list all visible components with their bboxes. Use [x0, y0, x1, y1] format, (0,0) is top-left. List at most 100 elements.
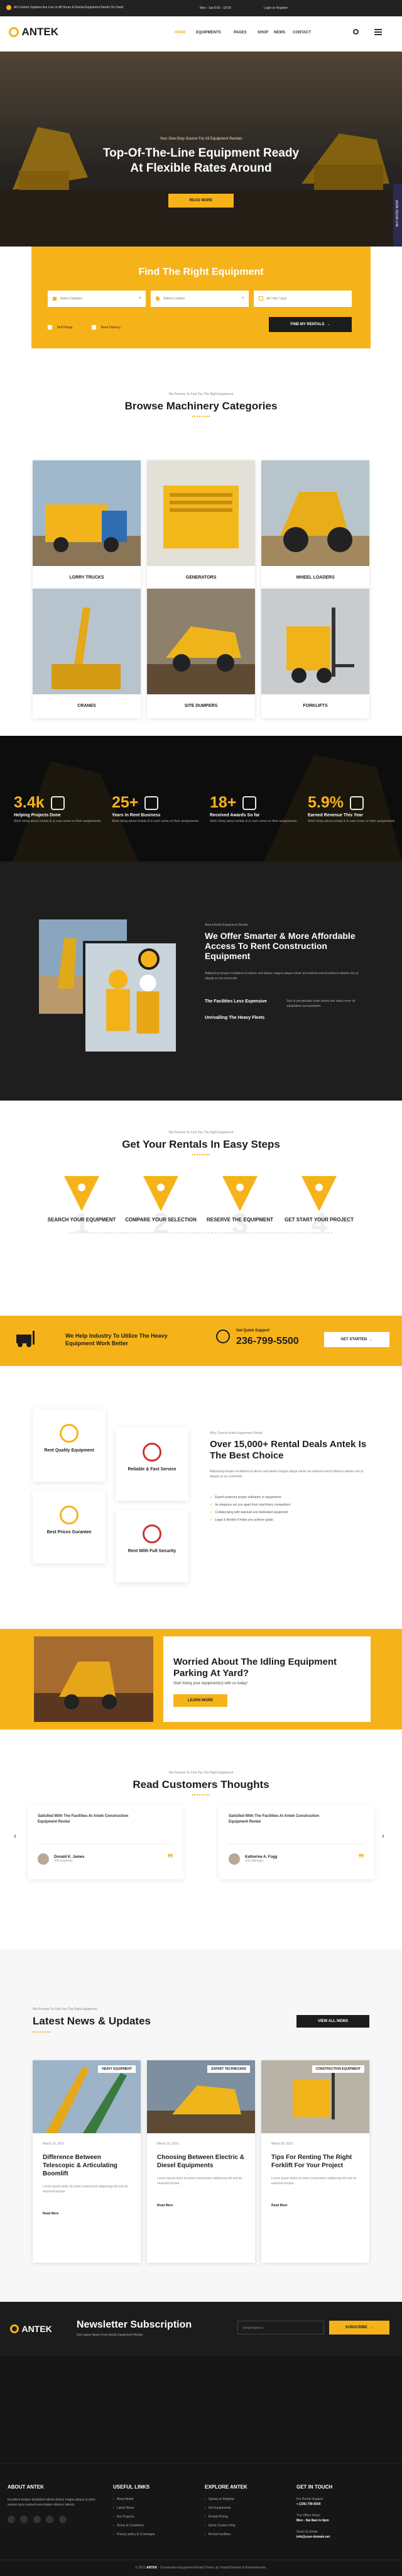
stat-item: 25+ Years In Rent Business Work hiring abo…	[112, 794, 200, 824]
find-rentals-button[interactable]: FIND MY RENTALS →	[269, 317, 352, 332]
location-select[interactable]: Select Location ▾	[151, 291, 249, 307]
footer-link[interactable]: › About Antek	[113, 2497, 188, 2501]
why-kicker: Why Choose Antek Equipment Rental	[210, 1431, 263, 1435]
author-block: Donald K. James Site Engineer	[54, 1855, 84, 1863]
testimonial-next-arrow[interactable]: ›	[382, 1831, 384, 1840]
date-input[interactable]: dd / mm / yyyy	[254, 291, 352, 307]
get-started-button[interactable]: GET STARTED →	[324, 1332, 389, 1347]
category-image	[261, 460, 369, 566]
nav-item[interactable]: HOME	[175, 31, 186, 35]
news-tag[interactable]: EXPERT TECHNICIANS	[207, 2065, 250, 2073]
read-more-label: Read More	[157, 2204, 173, 2207]
news-title[interactable]: Difference Between Telescopic & Articula…	[43, 2153, 131, 2178]
read-more-label: Read More	[271, 2204, 288, 2207]
top-hours: Mon - Sat 8:00 - 18:30	[200, 6, 231, 10]
nav-item[interactable]: CONTACT	[293, 31, 311, 35]
step-item: 2 COMPARE YOUR SELECTION	[123, 1176, 198, 1238]
footer-useful-title: USEFUL LINKS	[113, 2484, 150, 2490]
stat-title: Earned Revenue This Year	[308, 813, 363, 818]
category-card[interactable]: CRANES	[33, 589, 141, 718]
feature-card: Rent Quality Equipment	[33, 1409, 106, 1482]
news-tag[interactable]: CONSTRUCTION EQUIPMENT	[312, 2065, 364, 2073]
check-icon: ✓	[210, 1503, 213, 1507]
instagram-icon[interactable]	[46, 2516, 54, 2523]
read-more-link[interactable]: Read More →	[157, 2204, 245, 2207]
footer-explore-title: EXPLORE ANTEK	[205, 2484, 247, 2490]
hero-read-more-button[interactable]: READ MORE	[168, 194, 234, 208]
footer-link[interactable]: › Signup or Register	[205, 2497, 280, 2501]
read-more-link[interactable]: Read More →	[271, 2204, 359, 2207]
contact-label: For Rental Support	[296, 2497, 323, 2501]
location-select-value: Select Location	[163, 297, 185, 301]
step-number: 2	[153, 1207, 169, 1240]
about-title: We Offer Smarter & More Affordable Acces…	[205, 931, 356, 961]
step-icon	[222, 1176, 258, 1211]
category-card[interactable]: FORKLIFTS	[261, 589, 369, 718]
stat-item: 3.4k Helping Projects Done Work hiring abo…	[14, 794, 102, 824]
facebook-icon[interactable]	[8, 2516, 15, 2523]
avatar	[229, 1853, 240, 1865]
logo[interactable]: ANTEK	[9, 26, 58, 38]
contact-value[interactable]: + (236) 799-5500	[296, 2502, 391, 2506]
copyright-brand[interactable]: ANTEK	[146, 2566, 157, 2570]
why-list-text: Legal & flexible it helps you achieve go…	[215, 1518, 273, 1522]
footer-link[interactable]: › Rental Facilities	[205, 2533, 280, 2536]
cta-phone[interactable]: 236-799-5500	[236, 1336, 299, 1347]
why-body: Adipiscing tempor incididunt ut labore s…	[210, 1470, 364, 1479]
news-kicker: We Promise To Find You The Right Equipme…	[33, 2007, 97, 2011]
read-more-link[interactable]: Read More →	[43, 2212, 131, 2216]
why-list-item: ✓ Its elegance set you apart from machine…	[210, 1503, 373, 1507]
check-need-delivery[interactable]: Need Delivery	[92, 322, 121, 333]
news-title[interactable]: Tips For Renting The Right Forklift For …	[271, 2153, 359, 2170]
footer-link[interactable]: › Rental Pricing	[205, 2515, 280, 2519]
footer-link[interactable]: › Latest News	[113, 2506, 188, 2510]
category-card[interactable]: WHEEL LOADERS	[261, 460, 369, 590]
check-self-pickup[interactable]: Self Pickup	[48, 322, 72, 333]
news-card[interactable]: HEAVY EQUIPMENT March 18, 2021 Difference …	[33, 2060, 141, 2263]
self-pickup-label: Self Pickup	[57, 325, 73, 330]
nav-item[interactable]: NEWS	[274, 31, 285, 35]
grid-icon	[53, 297, 57, 301]
category-card[interactable]: LORRY TRUCKS	[33, 460, 141, 590]
news-title[interactable]: Choosing Between Electric & Diesel Equip…	[157, 2153, 245, 2170]
twitter-icon[interactable]	[20, 2516, 28, 2523]
youtube-icon[interactable]	[58, 2516, 67, 2523]
stat-icon	[242, 796, 257, 810]
category-card[interactable]: SITE DUMPERS	[147, 589, 255, 718]
news-card[interactable]: EXPERT TECHNICIANS March 18, 2021 Choosing…	[147, 2060, 255, 2263]
bullet-icon: ›	[113, 2506, 114, 2510]
contact-value[interactable]: Mon - Sat 8am to 6pm	[296, 2519, 391, 2523]
footer-link[interactable]: › Privacy policy & Coverages	[113, 2533, 188, 2536]
footer-link[interactable]: › Get Equipments	[205, 2506, 280, 2510]
linkedin-icon[interactable]	[33, 2516, 41, 2523]
why-checklist: ✓ Expert powered proper utilization in eq…	[210, 1496, 373, 1526]
news-excerpt: Lorem ipsum dolor sit amet consectetur a…	[43, 2185, 128, 2194]
nav-item[interactable]: SHOP	[258, 31, 268, 35]
categories-title-wrap: Browse Machinery Categories	[0, 400, 402, 418]
newsletter-email-field[interactable]: Email Address	[237, 2321, 324, 2334]
nav-item[interactable]: PAGES	[234, 31, 247, 35]
subscribe-button[interactable]: SUBSCRIBE →	[329, 2321, 389, 2334]
contact-value[interactable]: info@your-domain.net	[296, 2535, 391, 2539]
footer-link[interactable]: › Quick Contact Help	[205, 2524, 280, 2528]
top-login-link[interactable]: Login or Register	[264, 6, 288, 10]
nav-item[interactable]: EQUIPMENTS	[196, 31, 221, 35]
step-item: 4 GET START YOUR PROJECT	[281, 1176, 357, 1238]
footer-link[interactable]: › Terms & Conditions	[113, 2524, 188, 2528]
footer-link[interactable]: › Our Projects	[113, 2515, 188, 2519]
view-all-news-button[interactable]: VIEW ALL NEWS	[296, 2015, 369, 2028]
menu-icon[interactable]	[374, 29, 382, 35]
cta-support-label: Get Quick Support	[236, 1329, 270, 1333]
category-image	[261, 589, 369, 694]
category-select[interactable]: Select Category ▾	[48, 291, 146, 307]
search-icon[interactable]	[353, 29, 359, 35]
stat-item: 5.9% Earned Revenue This Year Work hiring …	[308, 794, 396, 824]
quote-icon: ❞	[358, 1852, 364, 1865]
news-card[interactable]: CONSTRUCTION EQUIPMENT March 18, 2021 Tips…	[261, 2060, 369, 2263]
stat-desc: Work hiring about rentals & to earn some…	[112, 819, 200, 823]
category-select-value: Select Category	[60, 297, 83, 301]
news-tag[interactable]: HEAVY EQUIPMENT	[98, 2065, 136, 2073]
parking-learn-more-button[interactable]: LEARN MORE	[173, 1694, 227, 1707]
category-card[interactable]: GENERATORS	[147, 460, 255, 590]
testimonial-prev-arrow[interactable]: ‹	[14, 1831, 16, 1840]
